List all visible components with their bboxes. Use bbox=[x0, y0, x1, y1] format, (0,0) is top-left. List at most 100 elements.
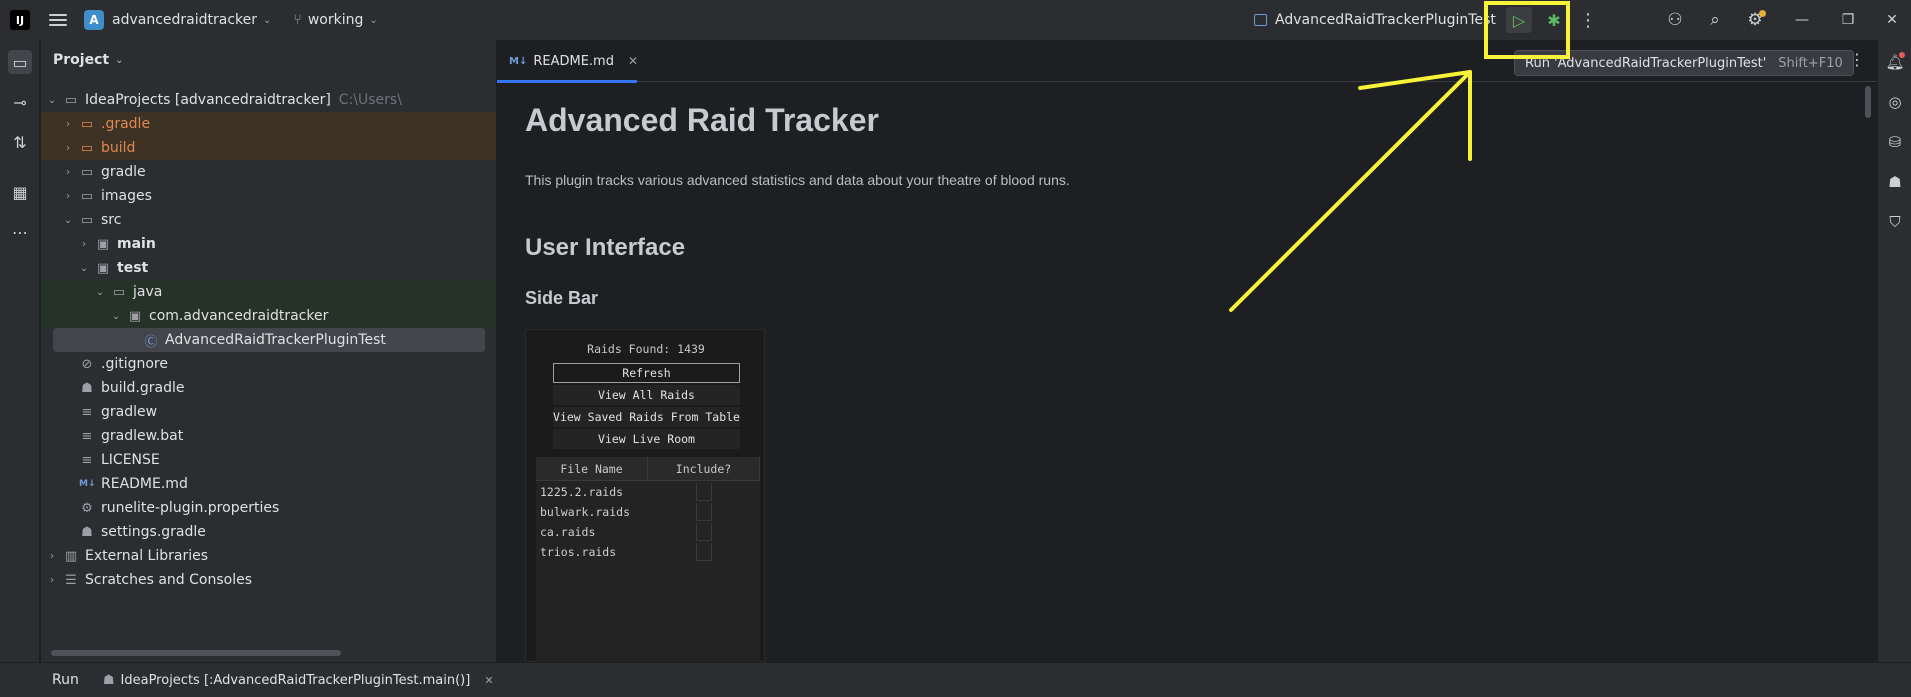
tree-item[interactable]: › ▥ External Libraries bbox=[41, 544, 496, 568]
tree-item-label: build bbox=[101, 140, 136, 156]
heading-user-interface: User Interface bbox=[525, 234, 686, 261]
tree-item[interactable]: ›≡gradlew bbox=[41, 400, 496, 424]
chevron-right-icon[interactable]: › bbox=[61, 143, 75, 154]
more-tools-icon[interactable]: ⋯ bbox=[8, 220, 32, 244]
project-folder-icon[interactable]: ▭ bbox=[8, 50, 32, 74]
tab-readme[interactable]: M↓ README.md ✕ bbox=[497, 40, 650, 83]
chevron-right-icon[interactable]: › bbox=[61, 167, 75, 178]
database-icon[interactable]: ⛁ bbox=[1883, 130, 1907, 154]
commit-icon[interactable]: ⊸ bbox=[8, 90, 32, 114]
title-bar: IJ A advancedraidtracker ⌄ ⑂ working ⌄ A… bbox=[0, 0, 1911, 40]
add-user-icon[interactable]: ⚇ bbox=[1663, 8, 1687, 32]
tree-item-label: test bbox=[117, 260, 149, 276]
run-configuration-selector[interactable]: AdvancedRaidTrackerPluginTest bbox=[1254, 9, 1496, 31]
tree-item[interactable]: ⌄ ▣ com.advancedraidtracker bbox=[41, 304, 496, 328]
close-window-icon[interactable]: ✕ bbox=[1880, 8, 1904, 32]
editor-more-icon[interactable]: ⋮ bbox=[1849, 50, 1865, 69]
vcs-branch-switcher[interactable]: ⑂ working ⌄ bbox=[293, 12, 377, 28]
scratches-icon: ☰ bbox=[65, 572, 77, 588]
markdown-icon: M↓ bbox=[79, 479, 96, 489]
chevron-right-icon[interactable]: › bbox=[77, 239, 91, 250]
tree-item-label: settings.gradle bbox=[101, 524, 206, 540]
ai-assistant-icon[interactable]: ◎ bbox=[1883, 90, 1907, 114]
tree-item[interactable]: ⌄ ▣ test bbox=[41, 256, 496, 280]
gradle-elephant-icon[interactable]: ☗ bbox=[1883, 170, 1907, 194]
project-switcher[interactable]: A advancedraidtracker ⌄ bbox=[84, 10, 271, 30]
package-icon: ▣ bbox=[128, 308, 142, 324]
markdown-icon: M↓ bbox=[509, 55, 528, 67]
horizontal-scrollbar[interactable] bbox=[51, 650, 341, 656]
tree-item[interactable]: ›☗build.gradle bbox=[41, 376, 496, 400]
tree-item[interactable]: › ▭ gradle bbox=[41, 160, 496, 184]
tree-item-label: LICENSE bbox=[101, 452, 160, 468]
tree-item[interactable]: ⌄ ▭ java bbox=[41, 280, 496, 304]
vertical-scrollbar[interactable] bbox=[1865, 86, 1871, 118]
folder-icon: ▭ bbox=[80, 212, 94, 228]
folder-icon: ▭ bbox=[80, 188, 94, 204]
chevron-right-icon[interactable]: › bbox=[61, 119, 75, 130]
security-shield-icon[interactable]: ⛉ bbox=[1883, 210, 1907, 234]
chevron-down-icon[interactable]: ⌄ bbox=[109, 311, 123, 322]
pull-requests-icon[interactable]: ⇅ bbox=[8, 130, 32, 154]
source-folder-icon: ▣ bbox=[96, 236, 110, 252]
library-icon: ▥ bbox=[64, 548, 78, 564]
tree-item-label: images bbox=[101, 188, 152, 204]
chevron-down-icon[interactable]: ⌄ bbox=[77, 263, 91, 274]
tree-item[interactable]: › ▭ .gradle bbox=[41, 112, 496, 136]
ignore-file-icon: ⊘ bbox=[81, 356, 93, 372]
project-panel-header[interactable]: Project ⌄ bbox=[41, 40, 496, 80]
search-icon[interactable]: ⌕ bbox=[1703, 8, 1727, 32]
gradle-icon: ☗ bbox=[102, 672, 115, 688]
tree-item-label: IdeaProjects [advancedraidtracker] bbox=[85, 92, 331, 108]
tree-item[interactable]: › ☰ Scratches and Consoles bbox=[41, 568, 496, 592]
tree-item-label: gradle bbox=[101, 164, 146, 180]
branch-name: working bbox=[307, 12, 364, 28]
tree-item[interactable]: ⌄ ▭ IdeaProjects [advancedraidtracker] C:\U… bbox=[41, 88, 496, 112]
restore-icon[interactable]: ❐ bbox=[1836, 8, 1860, 32]
close-tab-icon[interactable]: ✕ bbox=[484, 674, 493, 687]
notifications-bell-icon[interactable]: 🔔︎ bbox=[1883, 50, 1907, 74]
main-menu-icon[interactable] bbox=[48, 10, 68, 30]
chevron-down-icon[interactable]: ⌄ bbox=[93, 287, 107, 298]
tree-item[interactable]: ›≡gradlew.bat bbox=[41, 424, 496, 448]
table-row: bulwark.raids bbox=[540, 505, 631, 519]
include-checkbox bbox=[696, 503, 712, 521]
intellij-logo-icon[interactable]: IJ bbox=[10, 10, 30, 30]
tree-item-label: com.advancedraidtracker bbox=[149, 308, 329, 324]
chevron-right-icon[interactable]: › bbox=[45, 551, 59, 562]
chevron-down-icon: ⌄ bbox=[115, 54, 124, 66]
doc-title: Advanced Raid Tracker bbox=[525, 102, 879, 138]
chevron-down-icon[interactable]: ⌄ bbox=[61, 215, 75, 226]
tree-item[interactable]: ›ⒸAdvancedRaidTrackerPluginTest bbox=[41, 328, 496, 352]
run-tool-window-label[interactable]: Run bbox=[52, 672, 79, 688]
class-icon: Ⓒ bbox=[144, 334, 158, 350]
tree-item-path-hint: C:\Users\ bbox=[338, 92, 402, 108]
tree-item[interactable]: ›⊘.gitignore bbox=[41, 352, 496, 376]
include-checkbox bbox=[696, 543, 712, 561]
gradle-icon: ☗ bbox=[81, 380, 93, 396]
include-checkbox bbox=[696, 523, 712, 541]
view-live-room-button: View Live Room bbox=[553, 429, 740, 449]
chevron-right-icon[interactable]: › bbox=[45, 575, 59, 586]
chevron-down-icon[interactable]: ⌄ bbox=[45, 95, 59, 106]
tree-item[interactable]: › ▭ images bbox=[41, 184, 496, 208]
more-actions-icon[interactable]: ⋮ bbox=[1578, 7, 1598, 33]
tree-item[interactable]: › ▣ main bbox=[41, 232, 496, 256]
tree-item[interactable]: ›☗settings.gradle bbox=[41, 520, 496, 544]
tree-item[interactable]: ›M↓README.md bbox=[41, 472, 496, 496]
tree-item[interactable]: › ▭ build bbox=[41, 136, 496, 160]
tree-item[interactable]: ›≡LICENSE bbox=[41, 448, 496, 472]
branch-icon: ⑂ bbox=[293, 12, 302, 28]
run-tab[interactable]: ☗ IdeaProjects [:AdvancedRaidTrackerPlug… bbox=[103, 673, 494, 688]
chevron-right-icon[interactable]: › bbox=[61, 191, 75, 202]
minimize-icon[interactable]: — bbox=[1790, 8, 1814, 32]
project-tool-window: Project ⌄ ⌄ ▭ IdeaProjects [advancedraidtr… bbox=[41, 40, 497, 662]
close-tab-icon[interactable]: ✕ bbox=[628, 54, 638, 68]
structure-icon[interactable]: ▦ bbox=[8, 180, 32, 204]
include-checkbox bbox=[696, 483, 712, 501]
tree-item[interactable]: ⌄ ▭ src bbox=[41, 208, 496, 232]
settings-gear-icon[interactable]: ⚙ bbox=[1743, 8, 1767, 32]
text-file-icon: ≡ bbox=[81, 452, 93, 468]
tree-item-label: .gitignore bbox=[101, 356, 168, 372]
tree-item[interactable]: ›⚙runelite-plugin.properties bbox=[41, 496, 496, 520]
